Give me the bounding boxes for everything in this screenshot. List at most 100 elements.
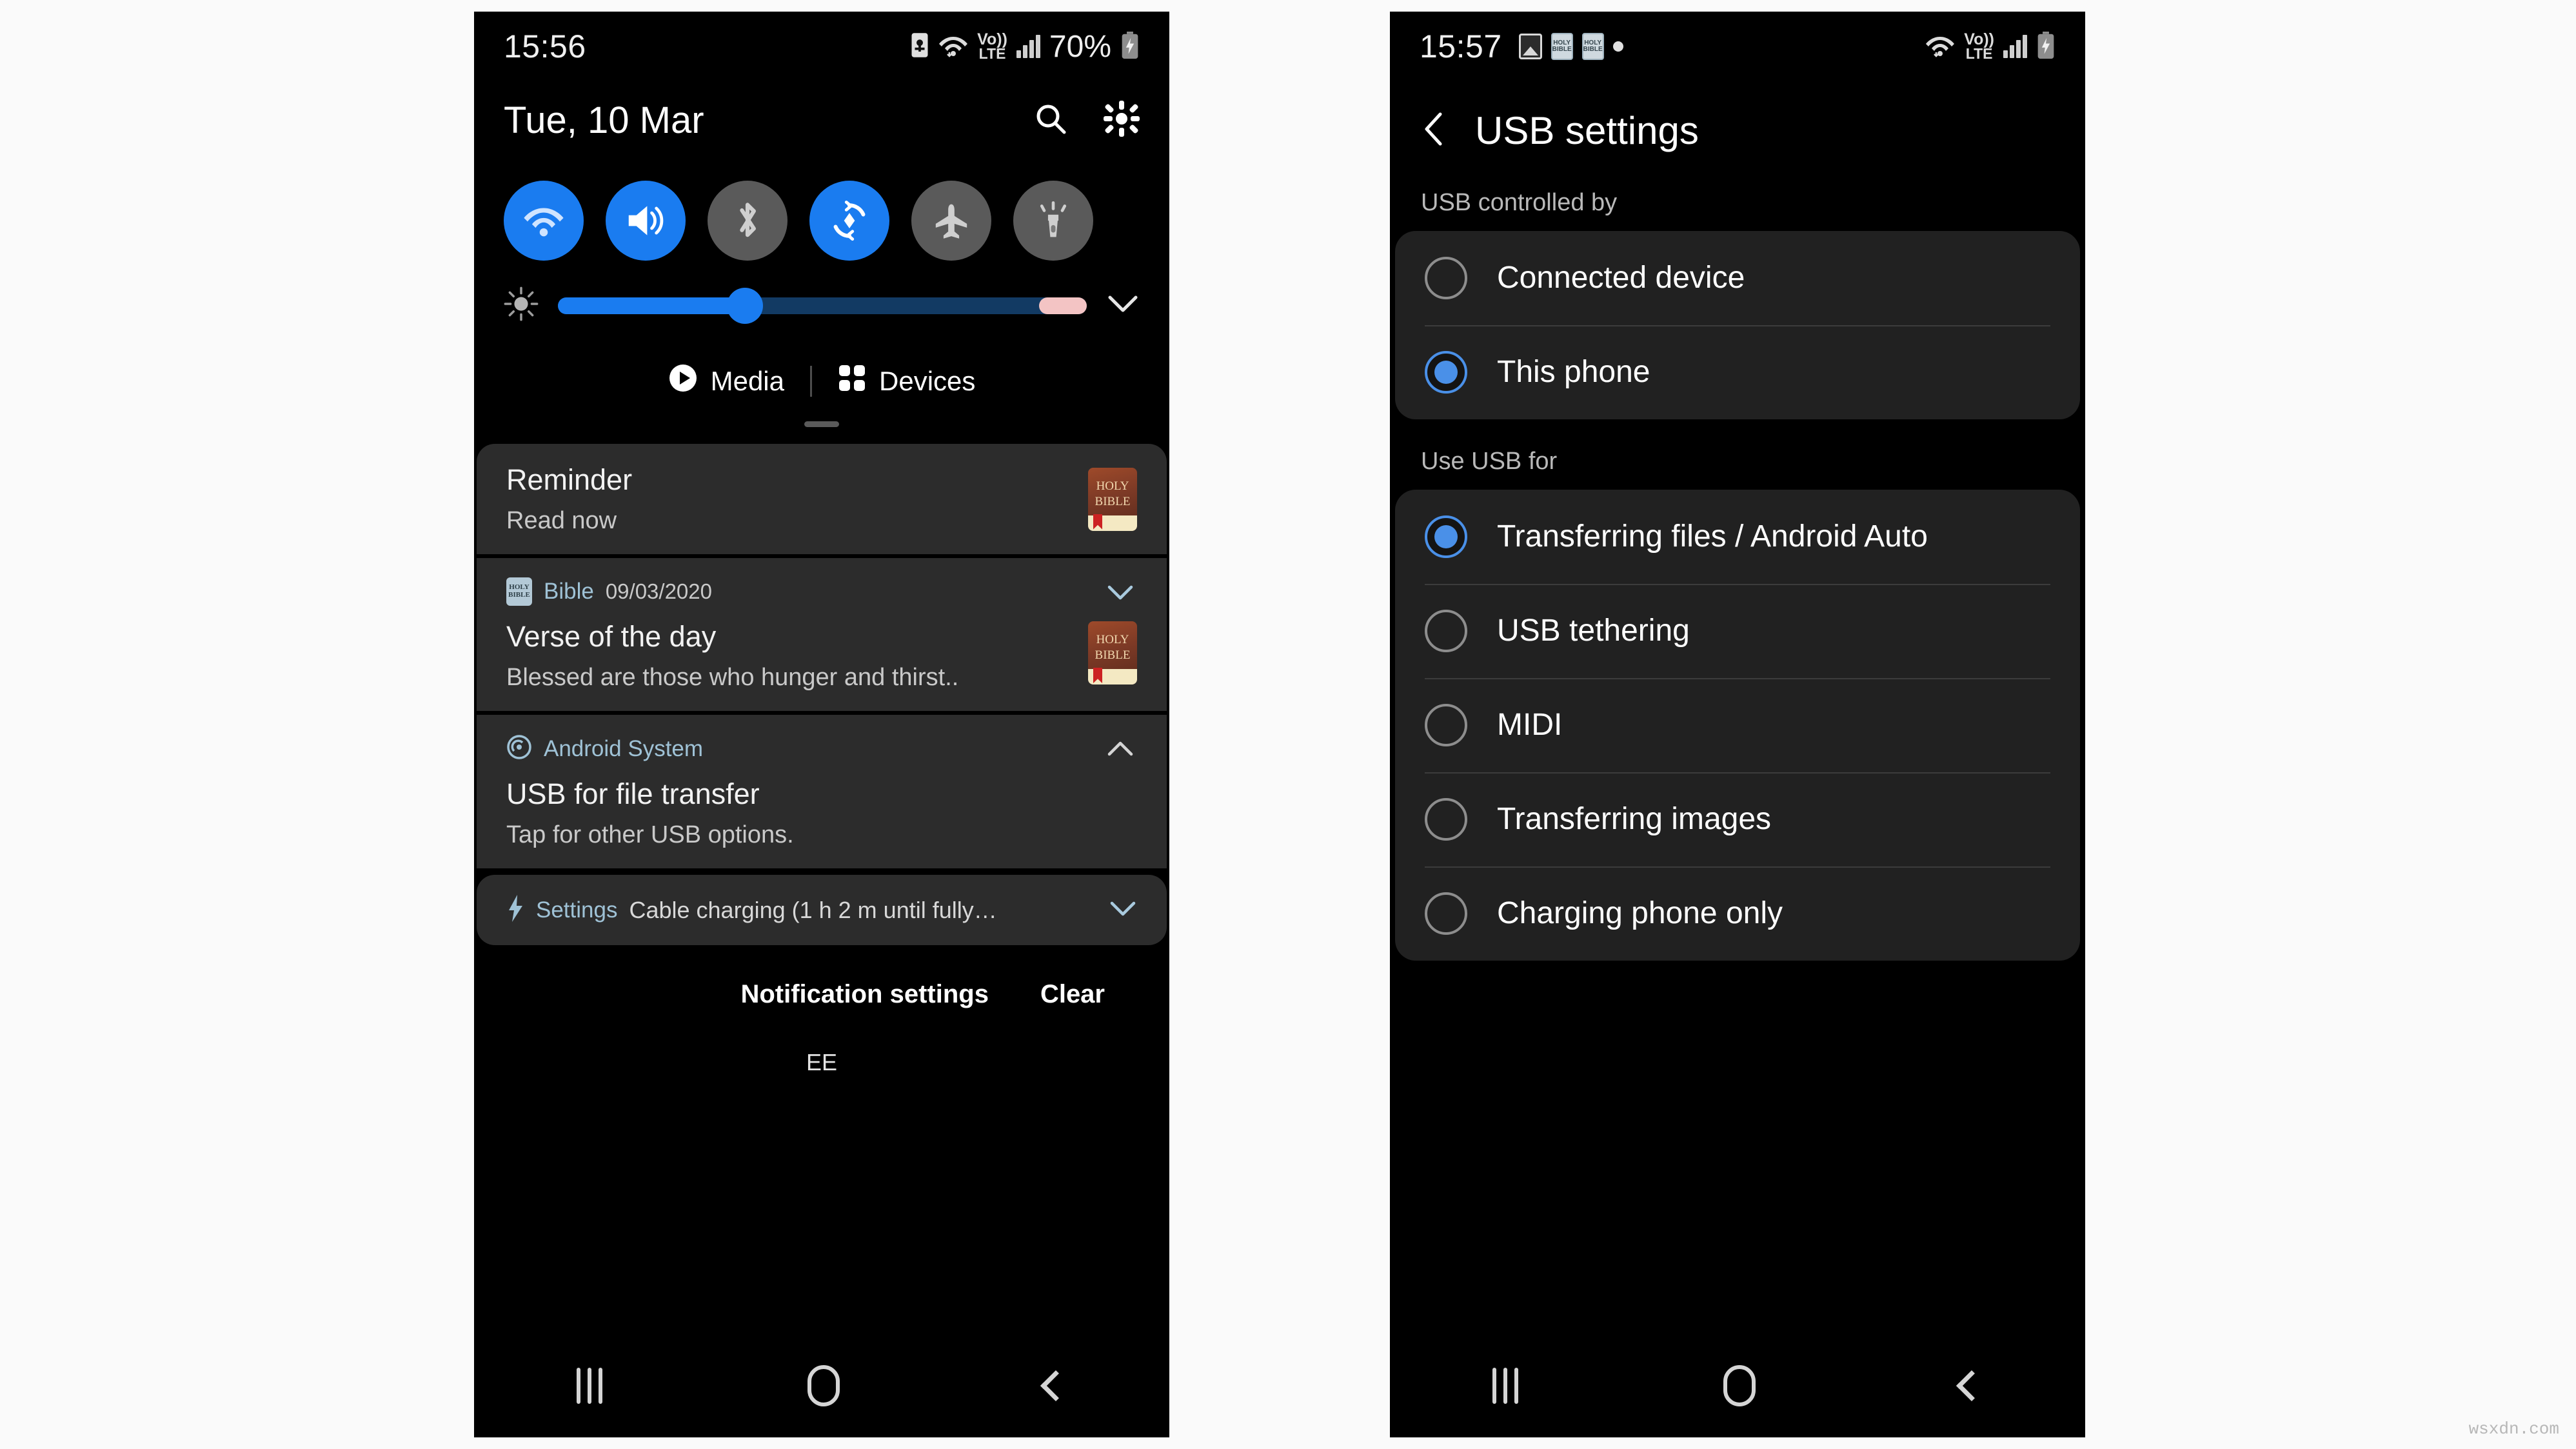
status-bar-right-icons: Vo)) LTE 70% (910, 29, 1140, 65)
chevron-down-icon[interactable] (1106, 293, 1140, 318)
radio-button-selected[interactable] (1425, 351, 1467, 394)
notification-actions: Notification settings Clear (474, 945, 1169, 1009)
option-this-phone[interactable]: This phone (1395, 325, 2080, 419)
notification-app-name: Bible (544, 579, 594, 604)
chevron-down-icon[interactable] (1109, 899, 1137, 921)
back-button[interactable] (1956, 1370, 1988, 1402)
status-bar-time: 15:57 (1420, 28, 1502, 65)
quick-panel-header: Tue, 10 Mar (474, 81, 1169, 159)
media-button[interactable]: Media (668, 363, 784, 399)
gear-icon[interactable] (1104, 100, 1140, 140)
quick-settings-tiles (474, 159, 1169, 261)
option-label: USB tethering (1497, 613, 1690, 648)
divider (810, 366, 812, 397)
panel-grabber[interactable] (804, 421, 839, 427)
sound-tile[interactable] (606, 181, 686, 261)
section-label-use-usb-for: Use USB for (1421, 448, 1558, 475)
battery-charging-icon (1120, 31, 1140, 62)
radio-button[interactable] (1425, 704, 1467, 746)
use-usb-for-card: Transferring files / Android Auto USB te… (1395, 490, 2080, 961)
wifi-icon (1925, 32, 1955, 61)
wifi-tile[interactable] (504, 181, 584, 261)
home-button[interactable] (1723, 1365, 1756, 1406)
media-label: Media (710, 366, 784, 396)
battery-charging-icon (2036, 31, 2056, 62)
section-label-usb-controlled-by: USB controlled by (1421, 189, 1618, 216)
app-header: USB settings (1390, 81, 2085, 189)
back-button[interactable] (1040, 1370, 1072, 1402)
notification-title: USB for file transfer (506, 777, 760, 810)
notification-timestamp: 09/03/2020 (605, 579, 712, 603)
option-usb-tethering[interactable]: USB tethering (1395, 584, 2080, 678)
media-devices-row: Media Devices (474, 325, 1169, 399)
right-status-bar: 15:57 HOLY BIBLE HOLY BIBLE Vo)) LTE (1390, 12, 2085, 81)
thumb-line-2: BIBLE (1095, 494, 1131, 508)
radio-button[interactable] (1425, 257, 1467, 299)
battery-percent-label: 70% (1049, 29, 1111, 64)
brightness-slider[interactable] (558, 287, 1087, 324)
notification-app-name: Settings (536, 897, 618, 923)
volte-icon: Vo)) LTE (1964, 30, 1994, 62)
option-label: This phone (1497, 354, 1650, 389)
radio-button[interactable] (1425, 610, 1467, 652)
recents-button[interactable] (1492, 1368, 1518, 1404)
flashlight-tile[interactable] (1013, 181, 1093, 261)
signal-bars-icon (2003, 35, 2027, 58)
bluetooth-tile[interactable] (708, 181, 788, 261)
search-icon[interactable] (1034, 102, 1067, 139)
thumb-line-2: BIBLE (1095, 648, 1131, 662)
grid-icon (838, 364, 866, 399)
volte-icon: Vo)) LTE (977, 30, 1007, 62)
recents-button[interactable] (577, 1368, 602, 1404)
chevron-down-icon[interactable] (1106, 580, 1134, 608)
auto-rotate-tile[interactable] (809, 181, 889, 261)
status-bar-time: 15:56 (504, 28, 586, 65)
clear-button[interactable]: Clear (1040, 980, 1105, 1009)
option-transferring-images[interactable]: Transferring images (1395, 772, 2080, 866)
notification-charging[interactable]: Settings Cable charging (1 h 2 m until f… (477, 875, 1167, 945)
bible-icon: HOLY BIBLE (1581, 33, 1604, 60)
option-transferring-files[interactable]: Transferring files / Android Auto (1395, 490, 2080, 584)
notification-app-name: Android System (544, 735, 704, 761)
option-label: Connected device (1497, 260, 1745, 295)
devices-button[interactable]: Devices (838, 364, 975, 399)
notification-android-system[interactable]: Android System USB for file transfer Tap… (477, 715, 1167, 868)
left-status-bar: 15:56 Vo)) LTE 70% (474, 12, 1169, 81)
usb-controlled-by-card: Connected device This phone (1395, 231, 2080, 419)
option-connected-device[interactable]: Connected device (1395, 231, 2080, 325)
carrier-label: EE (806, 1049, 838, 1075)
bible-thumbnail-icon: HOLY BIBLE (1088, 621, 1137, 685)
radio-button-selected[interactable] (1425, 515, 1467, 558)
notification-title: Reminder (506, 463, 633, 496)
notification-settings-button[interactable]: Notification settings (740, 980, 988, 1009)
image-icon (1518, 34, 1542, 59)
notification-verse-of-the-day[interactable]: HOLY BIBLE Bible 09/03/2020 Verse of the … (477, 558, 1167, 711)
option-charging-phone-only[interactable]: Charging phone only (1395, 866, 2080, 961)
notification-title: Verse of the day (506, 620, 717, 653)
devices-label: Devices (879, 366, 976, 396)
right-nav-bar (1390, 1334, 2085, 1437)
option-label: Transferring files / Android Auto (1497, 519, 1928, 554)
option-label: Transferring images (1497, 801, 1772, 836)
watermark: wsxdn.com (2468, 1419, 2559, 1439)
notification-reminder[interactable]: Reminder Read now HOLY BIBLE (477, 444, 1167, 554)
notification-text: Cable charging (1 h 2 m until fully… (629, 896, 997, 923)
chevron-left-icon[interactable] (1421, 111, 1448, 150)
play-circle-icon (668, 363, 698, 399)
chevron-up-icon[interactable] (1106, 737, 1134, 764)
bolt-icon (506, 894, 524, 926)
flight-mode-tile[interactable] (911, 181, 991, 261)
option-midi[interactable]: MIDI (1395, 678, 2080, 772)
slider-knob[interactable] (727, 287, 764, 324)
option-label: Charging phone only (1497, 895, 1783, 930)
radio-button[interactable] (1425, 798, 1467, 841)
notification-list: Reminder Read now HOLY BIBLE HOLY BIBLE B… (474, 444, 1169, 945)
screenshot-canvas: 15:56 Vo)) LTE 70% Tue, 10 Mar Media Dev… (0, 0, 2576, 1449)
bible-icon: HOLY BIBLE (1551, 33, 1573, 60)
page-title: USB settings (1475, 109, 1699, 152)
notification-body: Read now (506, 507, 617, 534)
left-nav-bar (474, 1334, 1169, 1437)
radio-button[interactable] (1425, 892, 1467, 935)
notification-body: Tap for other USB options. (506, 821, 794, 848)
home-button[interactable] (807, 1365, 840, 1406)
